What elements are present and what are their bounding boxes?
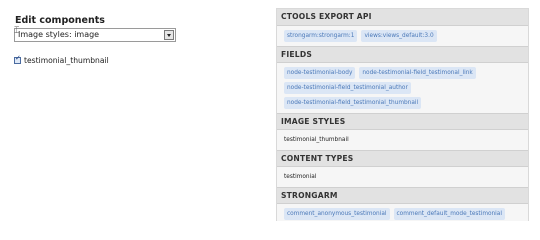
component-item: testimonial_thumbnail	[284, 137, 349, 143]
component-tag: strongarm:strongarm:1	[284, 30, 358, 42]
chevron-down-icon	[167, 34, 171, 37]
section-heading: IMAGE STYLES	[277, 113, 528, 130]
section-heading: CONTENT TYPES	[277, 150, 528, 167]
section-body: testimonial	[277, 167, 528, 187]
component-tag: views:views_default:3.0	[361, 30, 437, 42]
section-heading: CTOOLS EXPORT API	[277, 9, 528, 26]
component-tag: comment_default_mode_testimonial	[393, 208, 505, 220]
section-body: testimonial_thumbnail	[277, 130, 528, 150]
export-components-panel: CTOOLS EXPORT API strongarm:strongarm:1 vi…	[276, 8, 529, 221]
component-tag: node-testimonial-body	[284, 67, 356, 79]
tag-list: comment_anonymous_testimonial comment_def…	[284, 208, 524, 220]
text-cursor-icon: ⌶	[14, 26, 20, 36]
tag-list: node-testimonial-body node-testimonial-fi…	[284, 67, 524, 109]
section-body: comment_anonymous_testimonial comment_def…	[277, 204, 528, 221]
tag-list: strongarm:strongarm:1 views:views_default…	[284, 30, 524, 42]
component-type-select-value: Image styles: image	[18, 30, 100, 39]
section-heading: FIELDS	[277, 46, 528, 63]
component-tag: node-testimonial-field_testimonial_autho…	[284, 82, 411, 94]
select-dropdown-button[interactable]	[164, 30, 174, 40]
component-checkbox[interactable]: ✓	[14, 54, 21, 64]
check-icon: ✓	[15, 54, 21, 62]
edit-components-title: Edit components	[15, 15, 105, 26]
component-item: testimonial	[284, 174, 317, 180]
edit-components-form: Edit components Image styles: image ⌶ ✓ …	[14, 0, 264, 221]
section-heading: STRONGARM	[277, 187, 528, 204]
component-tag: comment_anonymous_testimonial	[284, 208, 390, 220]
section-body: strongarm:strongarm:1 views:views_default…	[277, 26, 528, 46]
component-checkbox-label[interactable]: testimonial_thumbnail	[24, 56, 109, 65]
section-body: node-testimonial-body node-testimonial-fi…	[277, 63, 528, 113]
component-type-select[interactable]: Image styles: image	[14, 28, 176, 42]
component-tag: node-testimonial-field_testimonial_thumb…	[284, 97, 422, 109]
component-tag: node-testimonial-field_testimonal_link	[359, 67, 476, 79]
